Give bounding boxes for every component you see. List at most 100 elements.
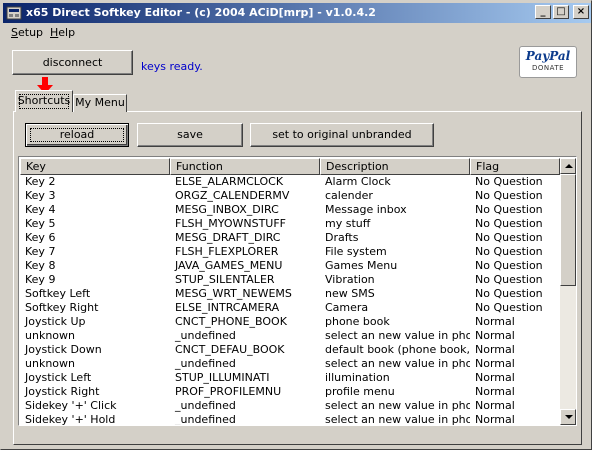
cell-key: Joystick Left	[25, 371, 92, 384]
paypal-donate-button[interactable]: PayPal DONATE	[519, 46, 577, 78]
reset-unbranded-button[interactable]: set to original unbranded	[250, 123, 434, 147]
shortcut-list[interactable]: Key Function Description Flag Key 2 ELSE_…	[18, 156, 577, 426]
cell-flag: Normal	[475, 329, 515, 342]
app-window: x65 Direct Softkey Editor - (c) 2004 ACi…	[0, 0, 592, 450]
disconnect-button[interactable]: disconnect	[12, 50, 133, 75]
scroll-thumb[interactable]	[560, 174, 576, 286]
disconnect-label: disconnect	[42, 56, 103, 69]
table-row[interactable]: unknown _undefined select an new value in …	[20, 357, 560, 371]
table-row[interactable]: Key 5 FLSH_MYOWNSTUFF my stuff No Question	[20, 217, 560, 231]
cell-function: JAVA_GAMES_MENU	[175, 259, 283, 272]
table-row[interactable]: Key 7 FLSH_FLEXPLORER File system No Questi…	[20, 245, 560, 259]
vertical-scrollbar[interactable]	[560, 158, 576, 425]
cell-function: MESG_WRT_NEWEMS	[175, 287, 292, 300]
cell-description: Vibration	[325, 273, 375, 286]
reset-unbranded-label: set to original unbranded	[272, 128, 412, 141]
table-row[interactable]: Key 4 MESG_INBOX_DIRC Message inbox No Ques…	[20, 203, 560, 217]
cell-key: Key 8	[25, 259, 56, 272]
table-row[interactable]: Key 2 ELSE_ALARMCLOCK Alarm Clock No Questi…	[20, 175, 560, 189]
close-icon: ×	[576, 6, 586, 17]
tab-my-menu[interactable]: My Menu	[73, 94, 127, 112]
cell-function: MESG_DRAFT_DIRC	[175, 231, 281, 244]
cell-description: new SMS	[325, 287, 375, 300]
menu-setup[interactable]: Setup	[11, 26, 43, 39]
cell-function: _undefined	[175, 399, 236, 412]
cell-flag: Normal	[475, 413, 515, 426]
list-header: Key Function Description Flag	[20, 158, 560, 175]
table-row[interactable]: Joystick Down CNCT_DEFAU_BOOK default book…	[20, 343, 560, 357]
menu-help[interactable]: Help	[50, 26, 75, 39]
cell-flag: Normal	[475, 357, 515, 370]
cell-key: Key 6	[25, 231, 56, 244]
table-row[interactable]: Joystick Right PROF_PROFILEMNU profile men…	[20, 385, 560, 399]
table-row[interactable]: Sidekey '+' Click _undefined select an new…	[20, 399, 560, 413]
tab-shortcuts[interactable]: Shortcuts	[15, 90, 73, 112]
table-row[interactable]: Sidekey '+' Hold _undefined select an new …	[20, 413, 560, 426]
close-button[interactable]: ×	[573, 5, 589, 19]
cell-key: Softkey Left	[25, 287, 91, 300]
cell-flag: No Question	[475, 203, 543, 216]
maximize-button[interactable]: □	[553, 5, 569, 19]
cell-description: Drafts	[325, 231, 359, 244]
table-row[interactable]: unknown _undefined select an new value in …	[20, 329, 560, 343]
cell-function: _undefined	[175, 357, 236, 370]
cell-function: CNCT_PHONE_BOOK	[175, 315, 287, 328]
column-header-key[interactable]: Key	[20, 158, 170, 175]
table-row[interactable]: Key 9 STUP_SILENTALER Vibration No Question	[20, 273, 560, 287]
cell-key: Sidekey '+' Click	[25, 399, 117, 412]
reload-button[interactable]: reload	[25, 123, 129, 147]
table-row[interactable]: Key 3 ORGZ_CALENDERMV calender No Question	[20, 189, 560, 203]
scroll-up-button[interactable]	[560, 158, 576, 174]
cell-function: MESG_INBOX_DIRC	[175, 203, 279, 216]
app-icon	[6, 6, 22, 20]
table-row[interactable]: Softkey Right ELSE_INTRCAMERA Camera No Que…	[20, 301, 560, 315]
table-row[interactable]: Key 6 MESG_DRAFT_DIRC Drafts No Question	[20, 231, 560, 245]
cell-flag: No Question	[475, 217, 543, 230]
donate-label: DONATE	[531, 64, 565, 72]
cell-function: _undefined	[175, 329, 236, 342]
column-header-flag[interactable]: Flag	[470, 158, 560, 175]
cell-description: my stuff	[325, 217, 371, 230]
table-row[interactable]: Joystick Left STUP_ILLUMINATI illumination…	[20, 371, 560, 385]
cell-flag: No Question	[475, 259, 543, 272]
table-row[interactable]: Softkey Left MESG_WRT_NEWEMS new SMS No Que…	[20, 287, 560, 301]
cell-flag: No Question	[475, 287, 543, 300]
cell-flag: No Question	[475, 175, 543, 188]
column-header-function[interactable]: Function	[170, 158, 320, 175]
table-row[interactable]: Joystick Up CNCT_PHONE_BOOK phone book Norm…	[20, 315, 560, 329]
tab-shortcuts-label: Shortcuts	[17, 94, 71, 107]
cell-key: Key 7	[25, 245, 56, 258]
menu-setup-label: etup	[17, 26, 44, 39]
cell-key: Softkey Right	[25, 301, 99, 314]
reload-label: reload	[59, 128, 95, 141]
save-label: save	[177, 128, 203, 141]
cell-description: select an new value in pho...	[325, 357, 470, 370]
menu-setup-accel: S	[11, 26, 18, 39]
menu-help-label: elp	[58, 26, 76, 39]
table-row[interactable]: Key 8 JAVA_GAMES_MENU Games Menu No Questio…	[20, 259, 560, 273]
status-text: keys ready.	[141, 60, 203, 73]
cell-description: Alarm Clock	[325, 175, 391, 188]
cell-key: Key 4	[25, 203, 56, 216]
cell-description: illumination	[325, 371, 390, 384]
cell-key: Key 3	[25, 189, 56, 202]
save-button[interactable]: save	[137, 123, 243, 147]
minimize-button[interactable]: _	[535, 5, 551, 19]
cell-description: Games Menu	[325, 259, 398, 272]
cell-key: unknown	[25, 357, 75, 370]
column-header-description[interactable]: Description	[320, 158, 470, 175]
cell-flag: Normal	[475, 371, 515, 384]
cell-description: Message inbox	[325, 203, 407, 216]
cell-description: File system	[325, 245, 387, 258]
title-bar[interactable]: x65 Direct Softkey Editor - (c) 2004 ACi…	[3, 3, 591, 23]
cell-function: CNCT_DEFAU_BOOK	[175, 343, 285, 356]
cell-function: ORGZ_CALENDERMV	[175, 189, 290, 202]
cell-key: Joystick Down	[25, 343, 102, 356]
maximize-icon: □	[556, 6, 566, 17]
cell-flag: No Question	[475, 301, 543, 314]
cell-key: unknown	[25, 329, 75, 342]
cell-function: ELSE_INTRCAMERA	[175, 301, 280, 314]
cell-description: default book (phone book, ...	[325, 343, 470, 356]
scroll-down-button[interactable]	[560, 409, 576, 425]
cell-key: Key 2	[25, 175, 56, 188]
